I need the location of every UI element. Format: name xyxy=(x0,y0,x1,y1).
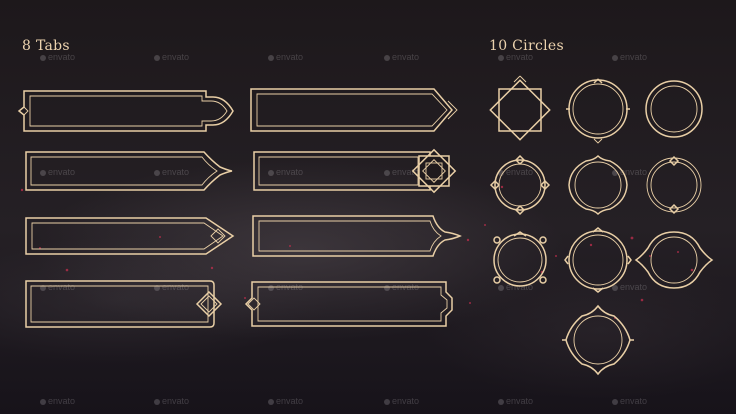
tab-frame-8 xyxy=(244,281,453,327)
tab-frame-3 xyxy=(25,217,235,255)
circle-frame-2 xyxy=(566,78,630,144)
tab-frame-2 xyxy=(25,151,233,191)
tab-frame-5 xyxy=(250,88,458,132)
circle-frame-1 xyxy=(489,75,551,141)
frames-artwork xyxy=(17,75,714,376)
circle-frame-5 xyxy=(568,154,628,216)
circle-frame-3 xyxy=(645,80,703,138)
circle-frame-4 xyxy=(489,154,551,216)
circle-frame-8 xyxy=(564,227,632,293)
circle-frame-9 xyxy=(634,231,714,289)
sparkle-particles xyxy=(20,185,694,319)
tab-frame-7 xyxy=(252,215,462,257)
circle-frame-6 xyxy=(646,155,702,215)
tab-frame-6 xyxy=(253,148,457,194)
tab-frame-1 xyxy=(17,90,234,132)
tab-frame-4 xyxy=(25,280,223,328)
circle-frame-7 xyxy=(493,231,547,287)
star-emblem-icon xyxy=(411,148,457,194)
circle-frame-10 xyxy=(562,304,634,376)
preview-canvas: envato envato envato envato envato envat… xyxy=(0,0,736,414)
